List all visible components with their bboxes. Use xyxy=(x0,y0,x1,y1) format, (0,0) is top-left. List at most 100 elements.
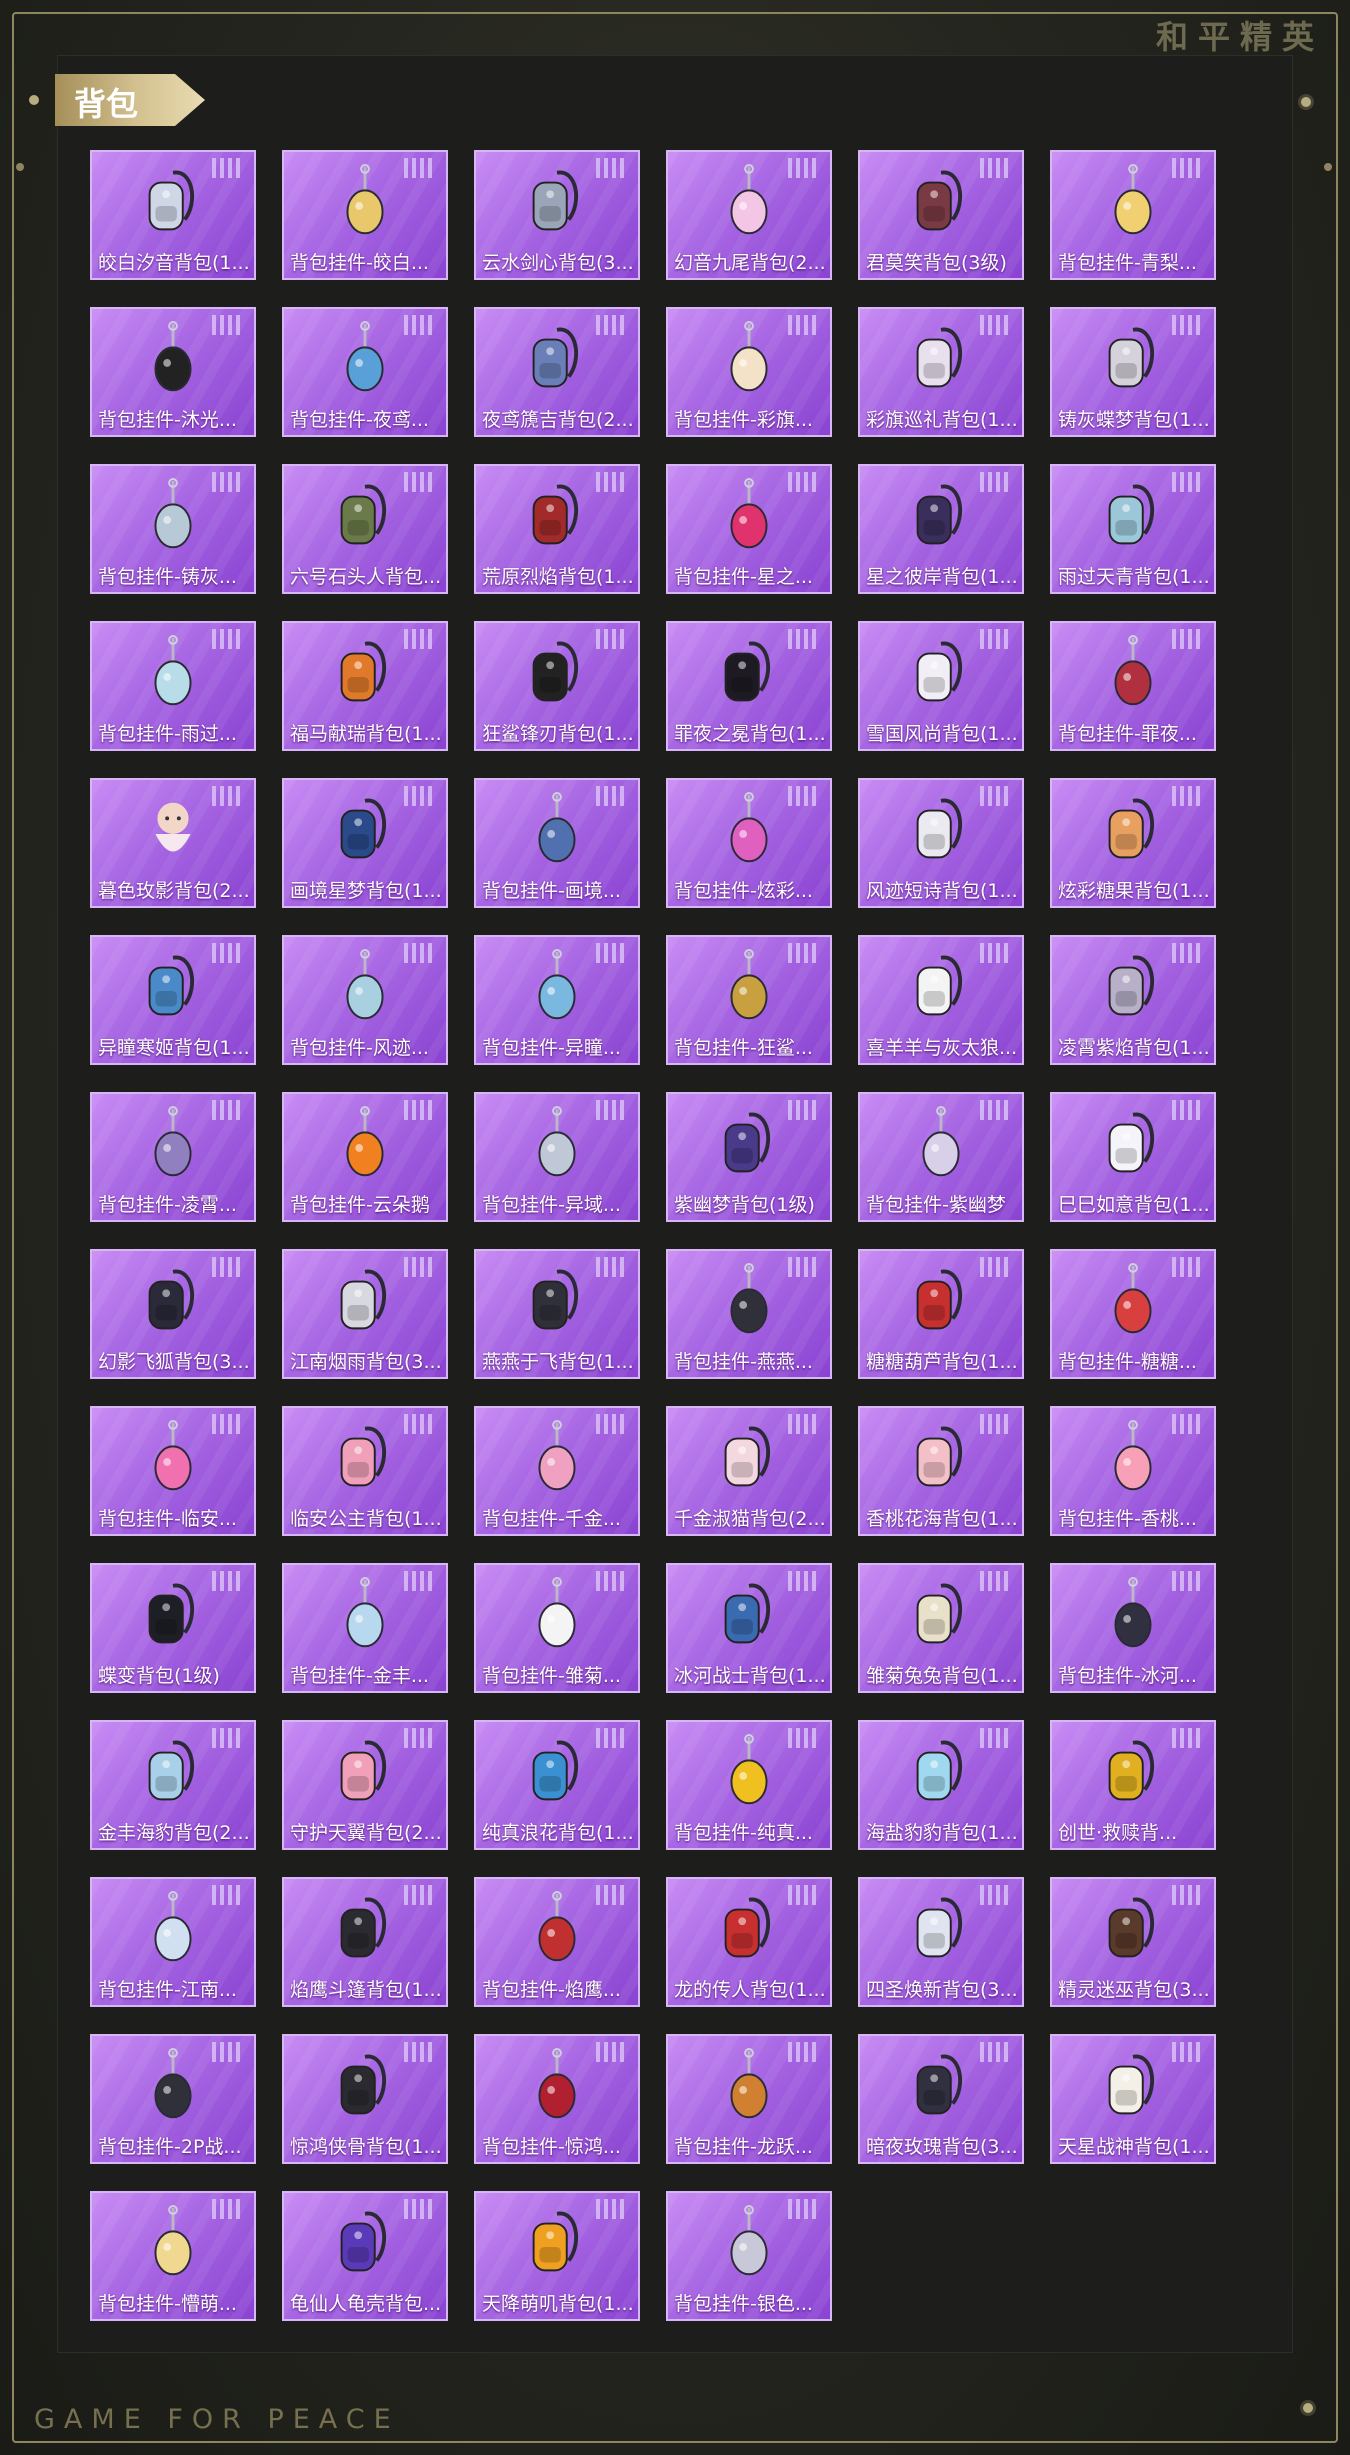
item-card[interactable]: 喜羊羊与灰太狼... xyxy=(858,935,1024,1065)
item-card[interactable]: 四圣焕新背包(3... xyxy=(858,1877,1024,2007)
item-card[interactable]: 背包挂件-画境... xyxy=(474,778,640,908)
item-card[interactable]: 天降萌叽背包(1... xyxy=(474,2191,640,2321)
item-card[interactable]: 江南烟雨背包(3... xyxy=(282,1249,448,1379)
item-card[interactable]: 背包挂件-临安... xyxy=(90,1406,256,1536)
rarity-bars-icon xyxy=(788,1571,816,1591)
item-name: 背包挂件-冰河... xyxy=(1058,1665,1197,1687)
backpack-icon xyxy=(1094,319,1172,403)
item-card[interactable]: 福马献瑞背包(1... xyxy=(282,621,448,751)
item-card[interactable]: 临安公主背包(1... xyxy=(282,1406,448,1536)
item-card[interactable]: 龙的传人背包(1... xyxy=(666,1877,832,2007)
item-card[interactable]: 幻音九尾背包(2... xyxy=(666,150,832,280)
item-name: 龟仙人龟壳背包... xyxy=(290,2293,442,2315)
rarity-bars-icon xyxy=(596,2042,624,2062)
item-card[interactable]: 彩旗巡礼背包(1... xyxy=(858,307,1024,437)
item-card[interactable]: 雨过天青背包(1... xyxy=(1050,464,1216,594)
item-card[interactable]: 惊鸿侠骨背包(1... xyxy=(282,2034,448,2164)
item-card[interactable]: 云水剑心背包(3... xyxy=(474,150,640,280)
item-card[interactable]: 背包挂件-香桃... xyxy=(1050,1406,1216,1536)
item-card[interactable]: 糖糖葫芦背包(1... xyxy=(858,1249,1024,1379)
item-card[interactable]: 雏菊兔兔背包(1... xyxy=(858,1563,1024,1693)
item-card[interactable]: 背包挂件-狂鲨... xyxy=(666,935,832,1065)
item-card[interactable]: 炫彩糖果背包(1... xyxy=(1050,778,1216,908)
item-card[interactable]: 背包挂件-铸灰... xyxy=(90,464,256,594)
item-card[interactable]: 背包挂件-异域... xyxy=(474,1092,640,1222)
item-card[interactable]: 背包挂件-银色... xyxy=(666,2191,832,2321)
rarity-bars-icon xyxy=(788,629,816,649)
item-card[interactable]: 背包挂件-罪夜... xyxy=(1050,621,1216,751)
item-card[interactable]: 蝶变背包(1级) xyxy=(90,1563,256,1693)
item-card[interactable]: 雪国风尚背包(1... xyxy=(858,621,1024,751)
item-card[interactable]: 紫幽梦背包(1级) xyxy=(666,1092,832,1222)
item-card[interactable]: 精灵迷巫背包(3... xyxy=(1050,1877,1216,2007)
cat-pendant-icon xyxy=(134,319,212,403)
item-name: 背包挂件-金丰... xyxy=(290,1665,429,1687)
item-card[interactable]: 背包挂件-彩旗... xyxy=(666,307,832,437)
item-card[interactable]: 背包挂件-千金... xyxy=(474,1406,640,1536)
item-card[interactable]: 背包挂件-云朵鹅 xyxy=(282,1092,448,1222)
item-card[interactable]: 背包挂件-沐光... xyxy=(90,307,256,437)
item-card[interactable]: 背包挂件-纯真... xyxy=(666,1720,832,1850)
item-card[interactable]: 背包挂件-风迹... xyxy=(282,935,448,1065)
item-card[interactable]: 六号石头人背包... xyxy=(282,464,448,594)
item-card[interactable]: 背包挂件-2P战... xyxy=(90,2034,256,2164)
item-card[interactable]: 背包挂件-龙跃... xyxy=(666,2034,832,2164)
item-card[interactable]: 背包挂件-雏菊... xyxy=(474,1563,640,1693)
item-card[interactable]: 君莫笑背包(3级) xyxy=(858,150,1024,280)
fox-pendant-icon xyxy=(710,162,788,246)
item-card[interactable]: 天星战神背包(1... xyxy=(1050,2034,1216,2164)
rarity-bars-icon xyxy=(980,1728,1008,1748)
rarity-bars-icon xyxy=(980,315,1008,335)
item-name: 福马献瑞背包(1... xyxy=(290,723,442,745)
item-card[interactable]: 海盐豹豹背包(1... xyxy=(858,1720,1024,1850)
item-card[interactable]: 暮色玫影背包(2... xyxy=(90,778,256,908)
item-card[interactable]: 背包挂件-燕燕... xyxy=(666,1249,832,1379)
item-card[interactable]: 背包挂件-炫彩... xyxy=(666,778,832,908)
item-card[interactable]: 风迹短诗背包(1... xyxy=(858,778,1024,908)
item-card[interactable]: 燕燕于飞背包(1... xyxy=(474,1249,640,1379)
item-card[interactable]: 背包挂件-星之... xyxy=(666,464,832,594)
item-card[interactable]: 背包挂件-青梨... xyxy=(1050,150,1216,280)
bat-pendant-icon xyxy=(1094,633,1172,717)
item-card[interactable]: 暗夜玫瑰背包(3... xyxy=(858,2034,1024,2164)
item-card[interactable]: 狂鲨锋刃背包(1... xyxy=(474,621,640,751)
item-card[interactable]: 龟仙人龟壳背包... xyxy=(282,2191,448,2321)
item-card[interactable]: 背包挂件-凌霄... xyxy=(90,1092,256,1222)
item-card[interactable]: 背包挂件-冰河... xyxy=(1050,1563,1216,1693)
section-title: 背包 xyxy=(74,85,139,123)
item-card[interactable]: 画境星梦背包(1... xyxy=(282,778,448,908)
item-card[interactable]: 纯真浪花背包(1... xyxy=(474,1720,640,1850)
item-card[interactable]: 背包挂件-惊鸿... xyxy=(474,2034,640,2164)
item-card[interactable]: 荒原烈焰背包(1... xyxy=(474,464,640,594)
item-card[interactable]: 夜鸢篪吉背包(2... xyxy=(474,307,640,437)
item-card[interactable]: 背包挂件-懵萌... xyxy=(90,2191,256,2321)
item-card[interactable]: 守护天翼背包(2... xyxy=(282,1720,448,1850)
item-card[interactable]: 背包挂件-江南... xyxy=(90,1877,256,2007)
item-card[interactable]: 异瞳寒姬背包(1... xyxy=(90,935,256,1065)
item-card[interactable]: 背包挂件-金丰... xyxy=(282,1563,448,1693)
item-card[interactable]: 罪夜之冕背包(1... xyxy=(666,621,832,751)
item-card[interactable]: 铸灰蝶梦背包(1... xyxy=(1050,307,1216,437)
item-card[interactable]: 背包挂件-异瞳... xyxy=(474,935,640,1065)
item-card[interactable]: 背包挂件-焰鹰... xyxy=(474,1877,640,2007)
item-card[interactable]: 背包挂件-糖糖... xyxy=(1050,1249,1216,1379)
item-card[interactable]: 背包挂件-紫幽梦 xyxy=(858,1092,1024,1222)
item-card[interactable]: 千金淑猫背包(2... xyxy=(666,1406,832,1536)
item-card[interactable]: 焰鹰斗篷背包(1... xyxy=(282,1877,448,2007)
item-card[interactable]: 背包挂件-夜鸢... xyxy=(282,307,448,437)
item-card[interactable]: 背包挂件-皎白... xyxy=(282,150,448,280)
backpack-icon xyxy=(326,1418,404,1502)
rarity-bars-icon xyxy=(404,315,432,335)
item-card[interactable]: 香桃花海背包(1... xyxy=(858,1406,1024,1536)
item-card[interactable]: 金丰海豹背包(2... xyxy=(90,1720,256,1850)
item-card[interactable]: 巳巳如意背包(1... xyxy=(1050,1092,1216,1222)
backpack-icon xyxy=(902,633,980,717)
item-card[interactable]: 凌霄紫焰背包(1... xyxy=(1050,935,1216,1065)
item-card[interactable]: 皎白汐音背包(1... xyxy=(90,150,256,280)
item-card[interactable]: 背包挂件-雨过... xyxy=(90,621,256,751)
item-card[interactable]: 冰河战士背包(1... xyxy=(666,1563,832,1693)
item-card[interactable]: 幻影飞狐背包(3... xyxy=(90,1249,256,1379)
item-name: 背包挂件-惊鸿... xyxy=(482,2136,621,2158)
item-card[interactable]: 星之彼岸背包(1... xyxy=(858,464,1024,594)
item-card[interactable]: 创世·救赎背... xyxy=(1050,1720,1216,1850)
